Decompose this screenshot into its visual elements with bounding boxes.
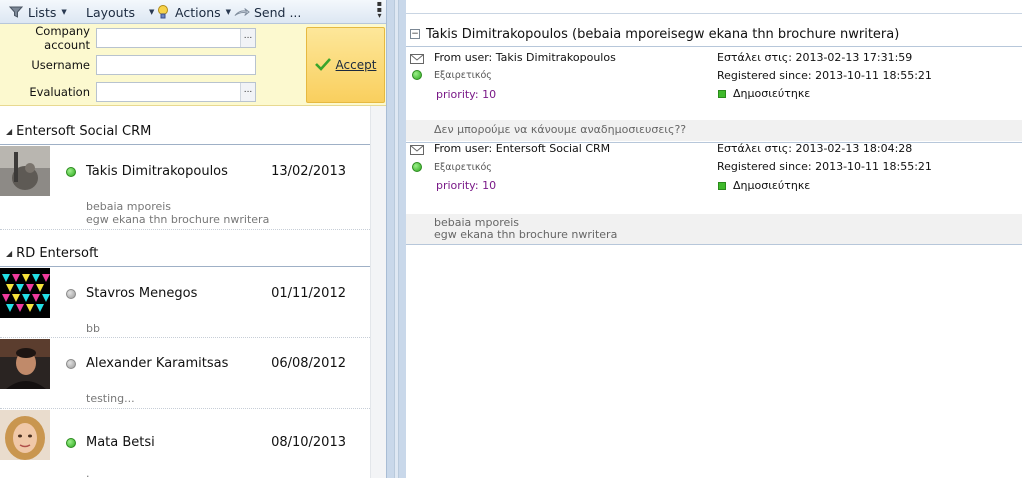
published-status: Δημοσιεύτηκε — [733, 179, 811, 192]
list-item[interactable]: Mata Betsi 08/10/2013 . — [0, 410, 370, 478]
layouts-menu[interactable]: Layouts ▼ — [86, 1, 154, 23]
toolbar-overflow-button[interactable]: ▪ ▪ ▾ — [375, 0, 384, 21]
lists-menu[interactable]: Lists ▼ — [8, 1, 67, 23]
sentiment-label: Εξαιρετικός — [434, 162, 492, 173]
message-snippet: . — [86, 467, 90, 478]
status-dot — [66, 167, 76, 177]
accept-label: Accept — [335, 58, 377, 72]
conversation-header[interactable]: − Takis Dimitrakopoulos (bebaia mporeise… — [410, 24, 899, 44]
chevron-down-icon: ▼ — [61, 8, 67, 16]
contact-name: Takis Dimitrakopoulos — [86, 164, 228, 179]
evaluation-label: Evaluation — [29, 85, 90, 99]
message-body: Δεν μπορούμε να κάνουμε αναδημοσιευσεις?… — [406, 120, 1022, 141]
list-item[interactable]: Stavros Menegos 01/11/2012 bb — [0, 268, 370, 338]
chevron-down-icon: ▼ — [225, 8, 232, 16]
message-snippet: testing... — [86, 392, 135, 405]
published-status: Δημοσιεύτηκε — [733, 87, 811, 100]
collapse-triangle-icon: ◢ — [6, 249, 13, 258]
header-divider — [406, 46, 1022, 47]
panel-splitter[interactable] — [386, 0, 406, 478]
collapse-triangle-icon: ◢ — [6, 127, 13, 136]
username-row: Username — [0, 55, 256, 75]
send-label: Send ... — [254, 4, 302, 20]
published-status-icon — [718, 90, 726, 98]
priority: priority: 10 — [436, 88, 497, 101]
conversation-list: ◢ Entersoft Social CRM Takis Dimitrakopo… — [0, 106, 370, 478]
group-title: Entersoft Social CRM — [16, 124, 152, 139]
evaluation-row: Evaluation ... — [0, 82, 256, 102]
sentiment-label: Εξαιρετικός — [434, 70, 492, 81]
row-divider — [0, 229, 370, 230]
funnel-icon — [8, 4, 24, 20]
group-title: RD Entersoft — [16, 246, 99, 261]
actions-label: Actions — [175, 4, 221, 20]
list-item[interactable]: Alexander Karamitsas 06/08/2012 testing.… — [0, 339, 370, 409]
lists-label: Lists — [28, 4, 57, 20]
registered-since: Registered since: 2013-10-11 18:55:21 — [717, 160, 932, 173]
contact-name: Stavros Menegos — [86, 286, 198, 301]
priority: priority: 10 — [436, 179, 497, 192]
message-body: bebaia mporeis egw ekana thn brochure nw… — [406, 214, 1022, 244]
panel-top-bar — [406, 0, 1022, 14]
from-user: From user: Takis Dimitrakopoulos — [434, 51, 616, 64]
minus-icon[interactable]: − — [410, 29, 420, 39]
row-divider — [0, 337, 370, 338]
lightbulb-icon — [155, 4, 171, 20]
evaluation-lookup-button[interactable]: ... — [240, 83, 255, 101]
published-status-icon — [718, 182, 726, 190]
group-header-rd-entersoft[interactable]: ◢ RD Entersoft — [0, 241, 370, 267]
message-date: 13/02/2013 — [271, 164, 346, 179]
message-card[interactable]: From user: Takis Dimitrakopoulos Εστάλει… — [406, 49, 1022, 145]
message-snippet: bb — [86, 322, 100, 335]
from-user: From user: Entersoft Social CRM — [434, 142, 611, 155]
row-divider — [0, 408, 370, 409]
envelope-icon — [410, 144, 424, 155]
message-date: 06/08/2012 — [271, 356, 346, 371]
sent-at: Εστάλει στις: 2013-02-13 18:04:28 — [717, 142, 913, 155]
toolbar: Lists ▼ Layouts ▼ Actions ▼ Send ... ▪ ▪ ▾ — [0, 0, 386, 24]
layouts-label: Layouts — [86, 4, 136, 20]
message-card[interactable]: From user: Entersoft Social CRM Εστάλει … — [406, 142, 1022, 247]
list-item[interactable]: Takis Dimitrakopoulos 13/02/2013 bebaia … — [0, 146, 370, 230]
username-label: Username — [31, 58, 90, 72]
status-dot — [66, 359, 76, 369]
conversation-title: Takis Dimitrakopoulos (bebaia mporeisegw… — [426, 26, 900, 42]
avatar — [0, 410, 50, 460]
company-account-row: Company account ... — [0, 24, 256, 52]
conversation-panel: − Takis Dimitrakopoulos (bebaia mporeise… — [406, 0, 1022, 478]
contact-name: Alexander Karamitsas — [86, 356, 229, 371]
username-field[interactable] — [96, 55, 256, 75]
checkmark-icon — [314, 57, 331, 74]
registered-since: Registered since: 2013-10-11 18:55:21 — [717, 69, 932, 82]
filter-panel: Company account ... Username Evaluation … — [0, 24, 386, 106]
envelope-icon — [410, 53, 424, 64]
evaluation-field[interactable]: ... — [96, 82, 256, 102]
left-panel: Lists ▼ Layouts ▼ Actions ▼ Send ... ▪ ▪ ▾… — [0, 0, 386, 478]
message-date: 08/10/2013 — [271, 435, 346, 450]
send-menu[interactable]: Send ... — [234, 1, 301, 23]
contact-name: Mata Betsi — [86, 435, 155, 450]
avatar — [0, 268, 50, 318]
company-account-field[interactable]: ... — [96, 28, 256, 48]
avatar — [0, 146, 50, 196]
actions-menu[interactable]: Actions ▼ — [155, 1, 231, 23]
send-icon — [234, 4, 250, 20]
sentiment-dot — [412, 70, 422, 80]
message-date: 01/11/2012 — [271, 286, 346, 301]
status-dot — [66, 289, 76, 299]
sent-at: Εστάλει στις: 2013-02-13 17:31:59 — [717, 51, 913, 64]
status-dot — [66, 438, 76, 448]
company-account-lookup-button[interactable]: ... — [240, 29, 255, 47]
message-divider — [406, 244, 1022, 245]
accept-button[interactable]: Accept — [306, 27, 385, 103]
list-scrollbar[interactable] — [370, 106, 386, 478]
chevron-down-icon: ▼ — [149, 8, 155, 16]
group-header-entersoft-social-crm[interactable]: ◢ Entersoft Social CRM — [0, 119, 370, 145]
message-snippet: bebaia mporeis egw ekana thn brochure nw… — [86, 200, 270, 226]
sentiment-dot — [412, 162, 422, 172]
avatar — [0, 339, 50, 389]
company-account-label: Company account — [35, 24, 90, 52]
splitter-grip — [394, 0, 399, 478]
